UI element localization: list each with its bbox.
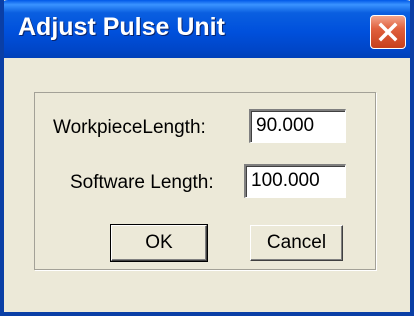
close-icon (378, 22, 398, 42)
workpiece-length-label: WorkpieceLength: (53, 117, 206, 138)
adjust-pulse-unit-dialog: Adjust Pulse Unit WorkpieceLength: 90.00… (0, 0, 414, 316)
software-length-input[interactable]: 100.000 (244, 164, 346, 198)
close-button[interactable] (370, 15, 406, 49)
workpiece-length-input[interactable]: 90.000 (249, 109, 346, 143)
dialog-title: Adjust Pulse Unit (18, 13, 225, 41)
software-length-label: Software Length: (70, 172, 214, 193)
ok-button[interactable]: OK (110, 224, 208, 262)
title-bar[interactable]: Adjust Pulse Unit (4, 0, 410, 58)
cancel-button[interactable]: Cancel (250, 225, 343, 261)
